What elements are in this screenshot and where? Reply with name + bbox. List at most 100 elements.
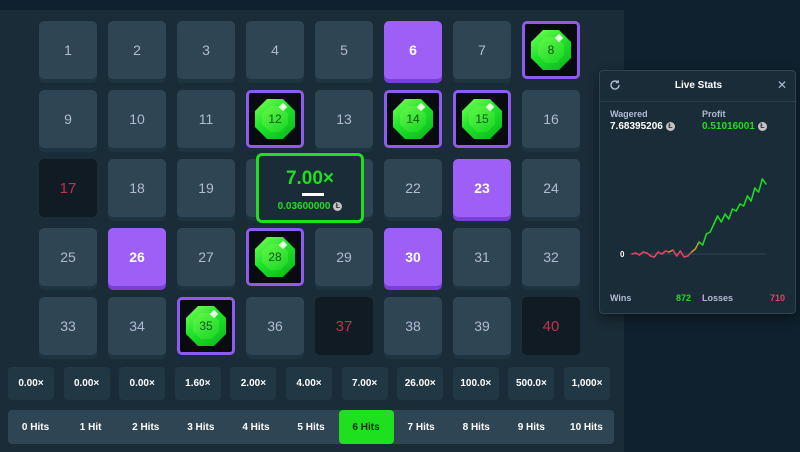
- hits-count-9: 9 Hits: [517, 421, 545, 433]
- payout-multiplier: 1.60×: [174, 367, 221, 400]
- win-popup: 7.00× 0.03600000 Ł: [256, 153, 364, 223]
- tile-number: 28: [268, 250, 282, 264]
- payout-multiplier: 0.00×: [119, 367, 166, 400]
- tile-24[interactable]: 24: [522, 159, 580, 217]
- chart-line-segment: [672, 249, 678, 257]
- chart-line-segment: [757, 178, 764, 193]
- win-multiplier: 7.00×: [285, 168, 335, 189]
- hits-count-6: 6 Hits: [338, 410, 394, 444]
- hits-count-8: 8 Hits: [462, 421, 490, 433]
- live-stats-header: Live Stats ✕: [600, 71, 797, 102]
- tile-1[interactable]: 1: [39, 21, 97, 79]
- hits-count-10: 10 Hits: [570, 421, 603, 433]
- tile-13[interactable]: 13: [315, 90, 373, 148]
- tile-26[interactable]: 26: [108, 228, 166, 286]
- tile-39[interactable]: 39: [453, 297, 511, 355]
- hits-count-3: 3 Hits: [187, 421, 215, 433]
- payout-multiplier: 0.00×: [63, 367, 110, 400]
- live-stats-title: Live Stats: [674, 80, 723, 91]
- tile-31[interactable]: 31: [453, 228, 511, 286]
- hits-count-1: 1 Hit: [79, 421, 102, 433]
- chart-line-segment: [713, 215, 719, 225]
- profit-amount: 0.51016001: [702, 121, 755, 132]
- gem-icon: 15: [462, 99, 502, 139]
- win-amount: 0.03600000 Ł: [259, 201, 361, 212]
- tile-7[interactable]: 7: [453, 21, 511, 79]
- wagered-amount: 7.68395206: [610, 121, 663, 132]
- tile-2[interactable]: 2: [108, 21, 166, 79]
- profit-chart: 0: [620, 178, 767, 259]
- payout-multiplier: 100.0×: [452, 367, 499, 400]
- coin-icon: Ł: [333, 201, 343, 211]
- chart-line-segment: [701, 233, 708, 246]
- chart-line-segment: [750, 187, 756, 202]
- tile-18[interactable]: 18: [108, 159, 166, 217]
- payout-multiplier: 500.0×: [508, 367, 555, 400]
- tile-number: 14: [406, 112, 420, 126]
- payout-multiplier: 26.00×: [397, 367, 444, 400]
- tile-38[interactable]: 38: [384, 297, 442, 355]
- payout-multiplier: 2.00×: [230, 367, 277, 400]
- tile-19[interactable]: 19: [177, 159, 235, 217]
- losses-label: Losses: [702, 293, 734, 303]
- tile-23[interactable]: 23: [453, 159, 511, 217]
- tile-9[interactable]: 9: [39, 90, 97, 148]
- chart-line-segment: [742, 195, 749, 207]
- gem-icon: 35: [186, 306, 226, 346]
- tile-30[interactable]: 30: [384, 228, 442, 286]
- gem-icon: 8: [531, 30, 571, 70]
- coin-icon: Ł: [757, 121, 767, 131]
- tile-16[interactable]: 16: [522, 90, 580, 148]
- tile-12[interactable]: 12: [246, 90, 304, 148]
- tile-4[interactable]: 4: [246, 21, 304, 79]
- tile-3[interactable]: 3: [177, 21, 235, 79]
- chart-line-segment: [761, 178, 767, 185]
- close-icon[interactable]: ✕: [777, 78, 787, 92]
- hits-count-7: 7 Hits: [407, 421, 435, 433]
- tile-33[interactable]: 33: [39, 297, 97, 355]
- tile-36[interactable]: 36: [246, 297, 304, 355]
- coin-icon: Ł: [665, 121, 675, 131]
- wins-label: Wins: [610, 293, 632, 303]
- losses-value: 710: [770, 293, 786, 303]
- tile-11[interactable]: 11: [177, 90, 235, 148]
- win-divider: [302, 193, 324, 196]
- gem-icon: 12: [255, 99, 295, 139]
- tile-17[interactable]: 17: [39, 159, 97, 217]
- hits-count-2: 2 Hits: [132, 421, 160, 433]
- hits-bar: 0 Hits 1 Hit 2 Hits 3 Hits 4 Hits 5 Hits 6 Hit…: [8, 410, 614, 444]
- gem-icon: 28: [255, 237, 295, 277]
- tile-29[interactable]: 29: [315, 228, 373, 286]
- tile-40[interactable]: 40: [522, 297, 580, 355]
- tile-8[interactable]: 8: [522, 21, 580, 79]
- hits-count-0: 0 Hits: [21, 421, 50, 433]
- tile-35[interactable]: 35: [177, 297, 235, 355]
- wagered-value: 7.68395206 Ł: [610, 121, 675, 132]
- tile-22[interactable]: 22: [384, 159, 442, 217]
- payout-multiplier: 7.00×: [341, 367, 388, 400]
- tile-10[interactable]: 10: [108, 90, 166, 148]
- chart-line-segment: [735, 203, 741, 212]
- tile-28[interactable]: 28: [246, 228, 304, 286]
- hits-count-4: 4 Hits: [242, 421, 270, 433]
- tile-5[interactable]: 5: [315, 21, 373, 79]
- tile-14[interactable]: 14: [384, 90, 442, 148]
- profit-label: Profit: [702, 109, 726, 119]
- chart-line-segment: [694, 241, 700, 250]
- win-amount-value: 0.03600000: [277, 201, 331, 212]
- tile-32[interactable]: 32: [522, 228, 580, 286]
- chart-line-segment: [709, 223, 715, 233]
- chart-line-segment: [716, 215, 723, 223]
- tile-6[interactable]: 6: [384, 21, 442, 79]
- tile-25[interactable]: 25: [39, 228, 97, 286]
- chart-line-segment: [728, 208, 734, 220]
- tile-27[interactable]: 27: [177, 228, 235, 286]
- tile-34[interactable]: 34: [108, 297, 166, 355]
- hits-count-5: 5 Hits: [297, 421, 325, 433]
- wagered-label: Wagered: [610, 109, 648, 119]
- tile-37[interactable]: 37: [315, 297, 373, 355]
- tile-number: 12: [268, 112, 282, 126]
- tile-15[interactable]: 15: [453, 90, 511, 148]
- live-stats-panel: Live Stats ✕ Wagered 7.68395206 Ł Profit …: [599, 70, 797, 314]
- chart-line-segment: [720, 213, 726, 223]
